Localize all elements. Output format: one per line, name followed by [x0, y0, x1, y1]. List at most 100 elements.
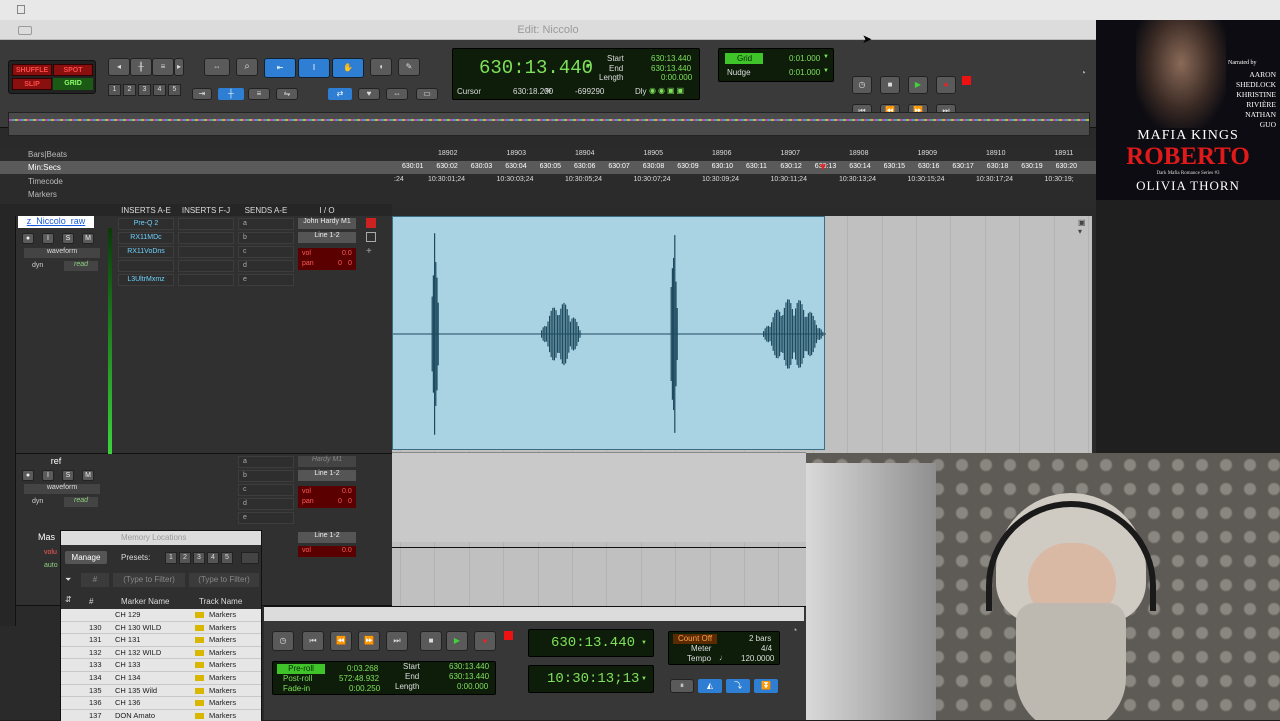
track-name[interactable]: ref: [18, 456, 94, 466]
sort-icon[interactable]: ⇵: [65, 595, 72, 604]
memloc-preset-3[interactable]: 3: [193, 552, 205, 564]
slip-mode-button[interactable]: SLIP: [12, 78, 52, 90]
metronome-button[interactable]: ◭: [698, 679, 722, 693]
zoom-audio-button[interactable]: ╫: [130, 58, 152, 76]
bars-ruler[interactable]: 18902 18903 18904 18905 18906 18907 18908 18909…: [392, 150, 1092, 160]
timecode-ruler[interactable]: :24 10:30:01;24 10:30:03;24 10:30:05;24 10:3…: [392, 176, 1092, 186]
mute-button[interactable]: M: [82, 470, 94, 481]
solo-button[interactable]: S: [62, 233, 74, 244]
zoom-preset-1[interactable]: 1: [108, 84, 121, 96]
postroll-value[interactable]: 572:48.932: [339, 674, 379, 683]
preroll-value[interactable]: 0:03.268: [347, 664, 378, 673]
memloc-preset-4[interactable]: 4: [207, 552, 219, 564]
zoomer-mode-button[interactable]: ⇔: [204, 58, 230, 76]
chevron-down-icon[interactable]: ▼: [585, 63, 592, 70]
column-track-name[interactable]: Track Name: [199, 597, 242, 606]
universe-strip[interactable]: [8, 112, 1090, 136]
shuffle-mode-button[interactable]: SHUFFLE: [12, 64, 52, 76]
transport-main-counter[interactable]: 630:13.440 ▼: [528, 629, 654, 657]
link-button[interactable]: ┼: [218, 88, 244, 100]
insert-slot[interactable]: Pre-Q 2: [118, 218, 174, 230]
memloc-preset-5[interactable]: 5: [221, 552, 233, 564]
tab-to-transients-button[interactable]: ⇥: [192, 88, 212, 100]
nudge-value[interactable]: 0:01.000: [789, 68, 820, 77]
automation-mode-selector[interactable]: read: [64, 261, 98, 271]
memloc-row[interactable]: 134 CH 134 Markers: [61, 672, 261, 685]
play-button[interactable]: ▶: [446, 631, 468, 651]
track-view-selector[interactable]: waveform: [24, 484, 100, 494]
input-selector[interactable]: Hardy M1: [298, 456, 356, 467]
dyn-label[interactable]: dyn: [32, 262, 43, 269]
record-arm-icon[interactable]: [504, 631, 513, 640]
scroll-option-button[interactable]: ⇔: [386, 88, 408, 100]
tempo-label[interactable]: Tempo: [687, 654, 711, 663]
memloc-preset-1[interactable]: 1: [165, 552, 177, 564]
output-selector[interactable]: Line 1-2: [298, 470, 356, 481]
online-button[interactable]: ◷: [272, 631, 294, 651]
end-value[interactable]: 630:13.440: [651, 64, 691, 73]
comments-icon[interactable]: [366, 218, 376, 228]
meter-label[interactable]: Meter: [691, 644, 711, 653]
nudge-chevron-icon[interactable]: ▼: [823, 68, 829, 74]
mute-button[interactable]: M: [82, 233, 94, 244]
selector-tool-icon[interactable]: I: [298, 58, 330, 78]
track2-lane[interactable]: [392, 452, 806, 542]
memloc-preset-2[interactable]: 2: [179, 552, 191, 564]
timecode-ruler-label[interactable]: Timecode: [28, 177, 63, 186]
start-value[interactable]: 630:13.440: [449, 662, 489, 671]
fadein-label[interactable]: Fade-in: [283, 684, 310, 693]
grid-value[interactable]: 0:01.000: [789, 54, 820, 63]
column-marker-name[interactable]: Marker Name: [121, 597, 169, 606]
insert-slot[interactable]: RX11VoDns: [118, 246, 174, 258]
postroll-label[interactable]: Post-roll: [283, 674, 312, 683]
chevron-down-icon[interactable]: ▼: [641, 640, 647, 646]
memloc-row[interactable]: 137 DON Amato Markers: [61, 710, 261, 721]
mirror-button[interactable]: ⇋: [276, 88, 298, 100]
transport-sub-counter[interactable]: 10:30:13;13 ▼: [528, 665, 654, 693]
send-slot[interactable]: b: [238, 470, 294, 482]
memloc-row[interactable]: 132 CH 132 WILD Markers: [61, 647, 261, 660]
send-slot[interactable]: a: [238, 456, 294, 468]
insertion-follows-button[interactable]: ♥: [358, 88, 380, 100]
track-view-button[interactable]: ▭: [416, 88, 438, 100]
zoom-out-h-button[interactable]: ◂: [108, 58, 130, 76]
length-value[interactable]: 0:00.000: [661, 73, 692, 82]
chevron-down-icon[interactable]: ▼: [641, 676, 647, 682]
insert-slot[interactable]: [178, 274, 234, 286]
track-view-selector[interactable]: waveform: [24, 248, 100, 258]
length-value[interactable]: 0:00.000: [457, 682, 488, 691]
grid-mode-button[interactable]: GRID: [53, 78, 93, 90]
fast-forward-button[interactable]: ⏩: [358, 631, 380, 651]
insert-slot[interactable]: RX11MDc: [118, 232, 174, 244]
minsecs-ruler[interactable]: 630:01 630:02 630:03 630:04 630:05 630:06 630:…: [392, 163, 1092, 173]
track-scroll-buttons[interactable]: ▣ ▾: [1078, 218, 1088, 242]
send-slot[interactable]: e: [238, 512, 294, 524]
rewind-start-button[interactable]: ⏮: [302, 631, 324, 651]
send-slot[interactable]: e: [238, 274, 294, 286]
record-button[interactable]: ●: [474, 631, 496, 651]
main-counter[interactable]: 630:13.440 ▼ Start End Length 630:13.440…: [452, 48, 700, 100]
apple-icon[interactable]: : [16, 2, 26, 17]
playhead-marker-icon[interactable]: ▼: [818, 162, 828, 173]
grabber-tool-icon[interactable]: ✋: [332, 58, 364, 78]
insert-slot[interactable]: L3UltrMxmz: [118, 274, 174, 286]
pencil-tool-icon[interactable]: ✎: [398, 58, 420, 76]
insert-slot[interactable]: [178, 260, 234, 272]
zoom-in-h-button[interactable]: ▸: [174, 58, 184, 76]
grid-button[interactable]: Grid: [725, 53, 763, 64]
column-num[interactable]: #: [89, 597, 93, 606]
transport-close-icon[interactable]: ◔: [792, 625, 797, 635]
end-value[interactable]: 630:13.440: [449, 672, 489, 681]
add-lane-icon[interactable]: +: [366, 246, 372, 257]
record-enable-icon[interactable]: ●: [22, 470, 34, 481]
bars-beats-ruler-label[interactable]: Bars|Beats: [28, 150, 67, 159]
automation-mode-selector[interactable]: read: [64, 497, 98, 507]
track-menu-icon[interactable]: [366, 232, 376, 242]
fadein-value[interactable]: 0:00.250: [349, 684, 380, 693]
grid-chevron-icon[interactable]: ▼: [823, 54, 829, 60]
memloc-add-preset[interactable]: [241, 552, 259, 564]
filter-name-field[interactable]: (Type to Filter): [113, 573, 185, 587]
send-slot[interactable]: d: [238, 498, 294, 510]
input-monitor-button[interactable]: I: [42, 470, 54, 481]
send-slot[interactable]: d: [238, 260, 294, 272]
